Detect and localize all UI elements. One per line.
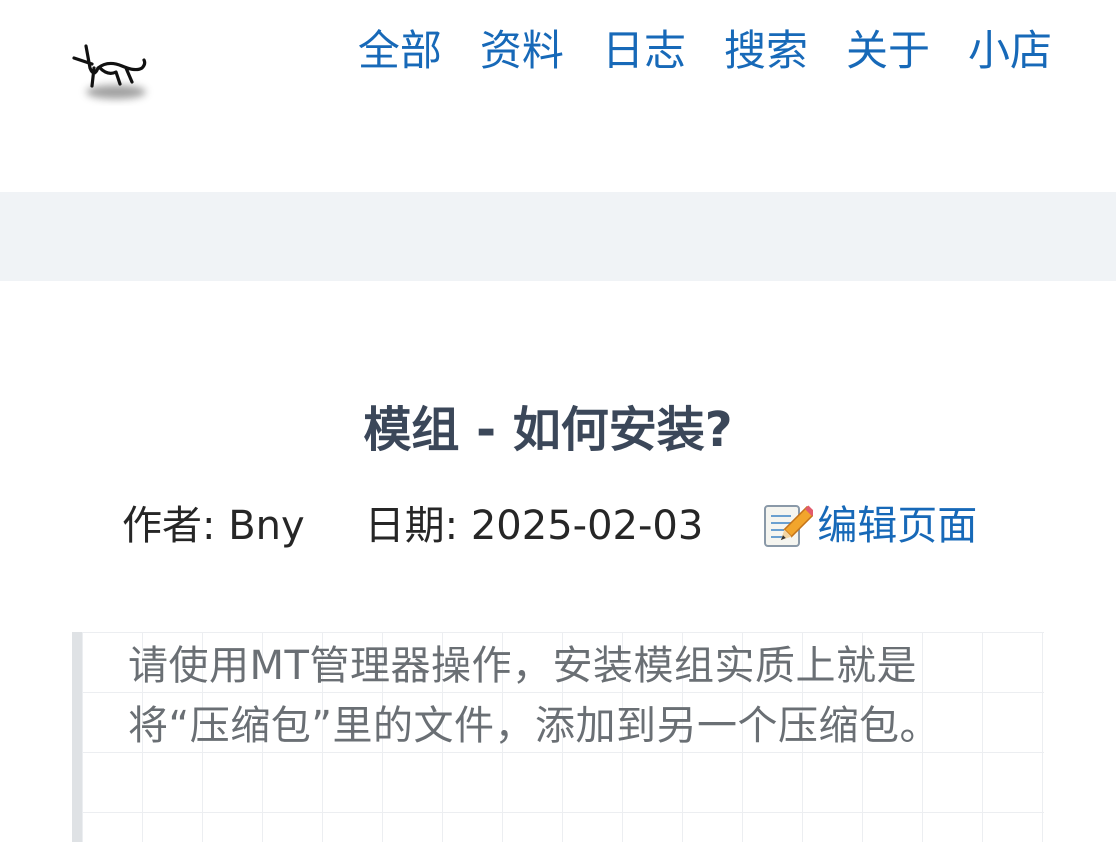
memo-pencil-icon: [764, 505, 814, 547]
nav-item-resources[interactable]: 资料: [480, 24, 564, 78]
article-meta: 作者: Bny 日期: 2025-02-03 编辑页面: [122, 498, 977, 554]
site-header: 全部 资料 日志 搜索 关于 小店: [0, 0, 1116, 192]
author-label: 作者: Bny: [122, 503, 305, 549]
nav-item-about[interactable]: 关于: [846, 24, 930, 78]
intro-quote: 请使用MT管理器操作，安装模组实质上就是将“压缩包”里的文件，添加到另一个压缩包…: [72, 632, 1044, 842]
quote-text: 请使用MT管理器操作，安装模组实质上就是将“压缩包”里的文件，添加到另一个压缩包…: [128, 643, 940, 749]
nav-item-shop[interactable]: 小店: [968, 24, 1052, 78]
nav-item-log[interactable]: 日志: [602, 24, 686, 78]
header-band: [0, 192, 1116, 281]
site-logo[interactable]: [64, 38, 154, 112]
nav-item-all[interactable]: 全部: [358, 24, 442, 78]
page-title: 模组 - 如何安装?: [363, 402, 733, 459]
edit-page-link[interactable]: 编辑页面: [761, 498, 977, 554]
date-label: 日期: 2025-02-03: [364, 503, 704, 549]
horse-sketch-icon: [72, 44, 147, 99]
edit-page-label: 编辑页面: [817, 503, 978, 549]
main-nav: 全部 资料 日志 搜索 关于 小店: [358, 24, 1052, 78]
nav-item-search[interactable]: 搜索: [724, 24, 808, 78]
